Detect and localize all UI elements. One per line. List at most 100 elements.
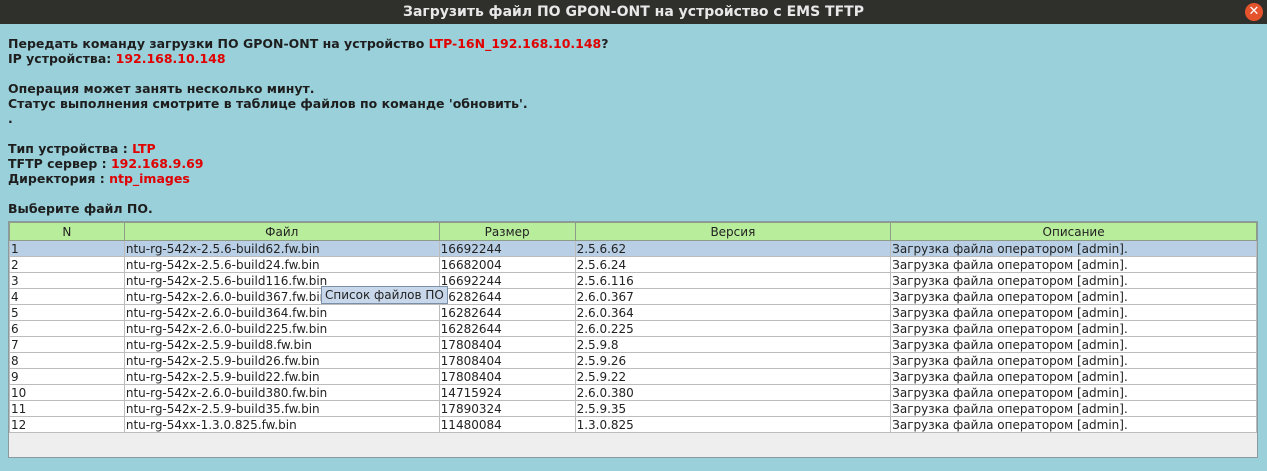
device-type-line: Тип устройства : LTP bbox=[8, 141, 156, 156]
cell-size: 16692244 bbox=[438, 240, 576, 257]
table-row[interactable]: 9 ntu-rg-542x-2.5.9-build22.fw.bin 1780840… bbox=[9, 368, 1257, 385]
table-row[interactable]: 5 ntu-rg-542x-2.6.0-build364.fw.bin 162826… bbox=[9, 304, 1257, 321]
question-prefix: Передать команду загрузки ПО GPON-ONT на… bbox=[8, 36, 429, 51]
cell-description: Загрузка файла оператором [admin]. bbox=[890, 272, 1257, 289]
choose-file-label: Выберите файл ПО. bbox=[8, 201, 153, 216]
cell-description: Загрузка файла оператором [admin]. bbox=[890, 400, 1257, 417]
tftp-server-value: 192.168.9.69 bbox=[110, 156, 204, 171]
confirm-question: Передать команду загрузки ПО GPON-ONT на… bbox=[8, 36, 609, 51]
device-type-value: LTP bbox=[132, 141, 156, 156]
table-row[interactable]: 12 ntu-rg-54xx-1.3.0.825.fw.bin 11480084 1.… bbox=[9, 416, 1257, 433]
cell-description: Загрузка файла оператором [admin]. bbox=[890, 320, 1257, 337]
cell-file: ntu-rg-542x-2.5.9-build26.fw.bin bbox=[123, 352, 440, 369]
cell-version: 2.5.9.35 bbox=[574, 400, 892, 417]
firmware-table: N Файл Размер Версия Описание 1 ntu-rg-54… bbox=[9, 222, 1257, 433]
cell-file: ntu-rg-542x-2.6.0-build225.fw.bin bbox=[123, 320, 440, 337]
ip-value: 192.168.10.148 bbox=[115, 51, 226, 66]
cell-version: 2.5.6.24 bbox=[574, 256, 892, 273]
cell-n: 9 bbox=[9, 368, 125, 385]
cell-n: 10 bbox=[9, 384, 125, 401]
cell-description: Загрузка файла оператором [admin]. bbox=[890, 384, 1257, 401]
ip-label: IP устройства: bbox=[8, 51, 116, 66]
cell-size: 16682004 bbox=[438, 256, 576, 273]
cell-n: 8 bbox=[9, 352, 125, 369]
question-suffix: ? bbox=[601, 36, 609, 51]
cell-size: 16282644 bbox=[438, 304, 576, 321]
cell-file: ntu-rg-542x-2.5.6-build24.fw.bin bbox=[123, 256, 440, 273]
firmware-file-table[interactable]: N Файл Размер Версия Описание 1 ntu-rg-54… bbox=[8, 221, 1258, 458]
cell-size: 16692244 bbox=[438, 272, 576, 289]
close-icon: ✕ bbox=[1248, 4, 1260, 19]
table-header-row: N Файл Размер Версия Описание bbox=[9, 222, 1257, 241]
cell-version: 2.5.6.116 bbox=[574, 272, 892, 289]
cell-description: Загрузка файла оператором [admin]. bbox=[890, 336, 1257, 353]
cell-version: 1.3.0.825 bbox=[574, 416, 892, 433]
table-row[interactable]: 1 ntu-rg-542x-2.5.6-build62.fw.bin 1669224… bbox=[9, 240, 1257, 257]
table-row[interactable]: 3 ntu-rg-542x-2.5.6-build116.fw.bin 166922… bbox=[9, 272, 1257, 289]
directory-label: Директория : bbox=[8, 171, 110, 186]
tftp-server-line: TFTP сервер : 192.168.9.69 bbox=[8, 156, 204, 171]
table-row[interactable]: 7 ntu-rg-542x-2.5.9-build8.fw.bin 17808404… bbox=[9, 336, 1257, 353]
cell-n: 11 bbox=[9, 400, 125, 417]
directory-line: Директория : ntp_images bbox=[8, 171, 190, 186]
cell-size: 16282644 bbox=[438, 320, 576, 337]
directory-value: ntp_images bbox=[109, 171, 190, 186]
window-titlebar: Загрузить файл ПО GPON-ONT на устройство… bbox=[0, 0, 1267, 24]
ip-line: IP устройства: 192.168.10.148 bbox=[8, 51, 226, 66]
note-line-3: . bbox=[8, 111, 13, 126]
cell-file: ntu-rg-542x-2.5.9-build8.fw.bin bbox=[123, 336, 440, 353]
cell-version: 2.6.0.367 bbox=[574, 288, 892, 305]
cell-version: 2.5.9.22 bbox=[574, 368, 892, 385]
cell-description: Загрузка файла оператором [admin]. bbox=[890, 288, 1257, 305]
cell-description: Загрузка файла оператором [admin]. bbox=[890, 256, 1257, 273]
table-row[interactable]: 4 ntu-rg-542x-2.6.0-build367.fw.bin 162826… bbox=[9, 288, 1257, 305]
cell-n: 12 bbox=[9, 416, 125, 433]
table-row[interactable]: 2 ntu-rg-542x-2.5.6-build24.fw.bin 1668200… bbox=[9, 256, 1257, 273]
cell-n: 1 bbox=[9, 240, 125, 257]
table-row[interactable]: 11 ntu-rg-542x-2.5.9-build35.fw.bin 178903… bbox=[9, 400, 1257, 417]
column-header-size[interactable]: Размер bbox=[438, 222, 576, 241]
table-row[interactable]: 6 ntu-rg-542x-2.6.0-build225.fw.bin 162826… bbox=[9, 320, 1257, 337]
cell-version: 2.5.9.8 bbox=[574, 336, 892, 353]
table-tooltip: Список файлов ПО bbox=[321, 286, 448, 304]
cell-description: Загрузка файла оператором [admin]. bbox=[890, 416, 1257, 433]
cell-n: 5 bbox=[9, 304, 125, 321]
cell-file: ntu-rg-542x-2.5.9-build22.fw.bin bbox=[123, 368, 440, 385]
tftp-server-label: TFTP сервер : bbox=[8, 156, 111, 171]
column-header-n[interactable]: N bbox=[9, 222, 125, 241]
cell-file: ntu-rg-542x-2.5.9-build35.fw.bin bbox=[123, 400, 440, 417]
column-header-file[interactable]: Файл bbox=[123, 222, 440, 241]
cell-version: 2.6.0.364 bbox=[574, 304, 892, 321]
cell-size: 17890324 bbox=[438, 400, 576, 417]
cell-size: 16282644 bbox=[438, 288, 576, 305]
cell-description: Загрузка файла оператором [admin]. bbox=[890, 368, 1257, 385]
window-title: Загрузить файл ПО GPON-ONT на устройство… bbox=[403, 4, 864, 20]
cell-description: Загрузка файла оператором [admin]. bbox=[890, 304, 1257, 321]
cell-version: 2.6.0.225 bbox=[574, 320, 892, 337]
table-row[interactable]: 10 ntu-rg-542x-2.6.0-build380.fw.bin 14715… bbox=[9, 384, 1257, 401]
cell-size: 17808404 bbox=[438, 352, 576, 369]
cell-size: 17808404 bbox=[438, 336, 576, 353]
close-button[interactable]: ✕ bbox=[1245, 3, 1263, 21]
cell-n: 4 bbox=[9, 288, 125, 305]
device-name: LTP-16N_192.168.10.148 bbox=[428, 36, 602, 51]
cell-n: 3 bbox=[9, 272, 125, 289]
cell-size: 11480084 bbox=[438, 416, 576, 433]
note-line-2: Статус выполнения смотрите в таблице фай… bbox=[8, 96, 528, 111]
cell-file: ntu-rg-542x-2.6.0-build380.fw.bin bbox=[123, 384, 440, 401]
column-header-version[interactable]: Версия bbox=[574, 222, 892, 241]
cell-size: 14715924 bbox=[438, 384, 576, 401]
table-row[interactable]: 8 ntu-rg-542x-2.5.9-build26.fw.bin 1780840… bbox=[9, 352, 1257, 369]
column-header-description[interactable]: Описание bbox=[890, 222, 1257, 241]
cell-file: ntu-rg-542x-2.6.0-build364.fw.bin bbox=[123, 304, 440, 321]
cell-description: Загрузка файла оператором [admin]. bbox=[890, 352, 1257, 369]
cell-n: 2 bbox=[9, 256, 125, 273]
cell-size: 17808404 bbox=[438, 368, 576, 385]
cell-n: 7 bbox=[9, 336, 125, 353]
note-line-1: Операция может занять несколько минут. bbox=[8, 81, 315, 96]
cell-file: ntu-rg-54xx-1.3.0.825.fw.bin bbox=[123, 416, 440, 433]
device-type-label: Тип устройства : bbox=[8, 141, 133, 156]
cell-version: 2.6.0.380 bbox=[574, 384, 892, 401]
cell-description: Загрузка файла оператором [admin]. bbox=[890, 240, 1257, 257]
cell-n: 6 bbox=[9, 320, 125, 337]
